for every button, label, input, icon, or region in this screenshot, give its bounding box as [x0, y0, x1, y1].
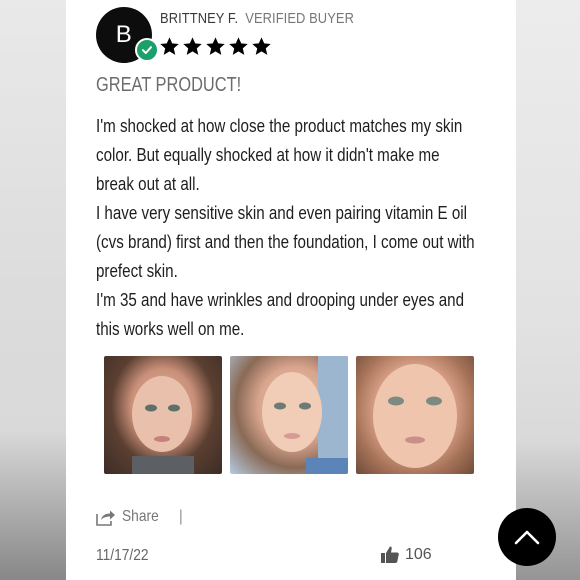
- review-body: I'm shocked at how close the product mat…: [96, 111, 481, 343]
- star-icon: [160, 37, 179, 55]
- review-date: 11/17/22: [96, 547, 149, 564]
- review-title: GREAT PRODUCT!: [96, 74, 242, 96]
- share-label: Share: [122, 508, 159, 525]
- background-right: [514, 0, 580, 580]
- review-paragraph: I'm shocked at how close the product mat…: [96, 115, 463, 194]
- reviewer-name: BRITTNEY F.: [160, 10, 239, 27]
- review-card: B BRITTNEY F. VERIFIED BUYER GREAT PRODU…: [66, 0, 556, 580]
- review-paragraph: I'm 35 and have wrinkles and drooping un…: [96, 289, 465, 339]
- footer-separator: |: [178, 508, 183, 525]
- background-left: [0, 0, 66, 580]
- likes-count: 106: [405, 545, 432, 563]
- thumbs-up-icon: [381, 546, 399, 563]
- review-photo[interactable]: [356, 356, 474, 474]
- helpful-button[interactable]: 106: [380, 545, 432, 564]
- review-photo[interactable]: [104, 356, 222, 474]
- review-photo[interactable]: [230, 356, 348, 474]
- share-button[interactable]: Share |: [96, 508, 183, 526]
- scroll-to-top-button[interactable]: [498, 508, 556, 566]
- verified-check-icon: [135, 38, 159, 62]
- chevron-up-icon: [514, 530, 540, 545]
- review-paragraph: I have very sensitive skin and even pair…: [96, 202, 475, 281]
- star-icon: [183, 37, 202, 55]
- share-icon: [96, 510, 115, 526]
- star-rating: [159, 36, 272, 57]
- star-icon: [206, 37, 225, 55]
- star-icon: [229, 37, 248, 55]
- verified-buyer-label: VERIFIED BUYER: [245, 10, 354, 27]
- review-photos: [104, 356, 474, 474]
- star-icon: [252, 37, 271, 55]
- reviewer-name-line: BRITTNEY F. VERIFIED BUYER: [160, 10, 354, 27]
- avatar-initial: B: [115, 21, 133, 48]
